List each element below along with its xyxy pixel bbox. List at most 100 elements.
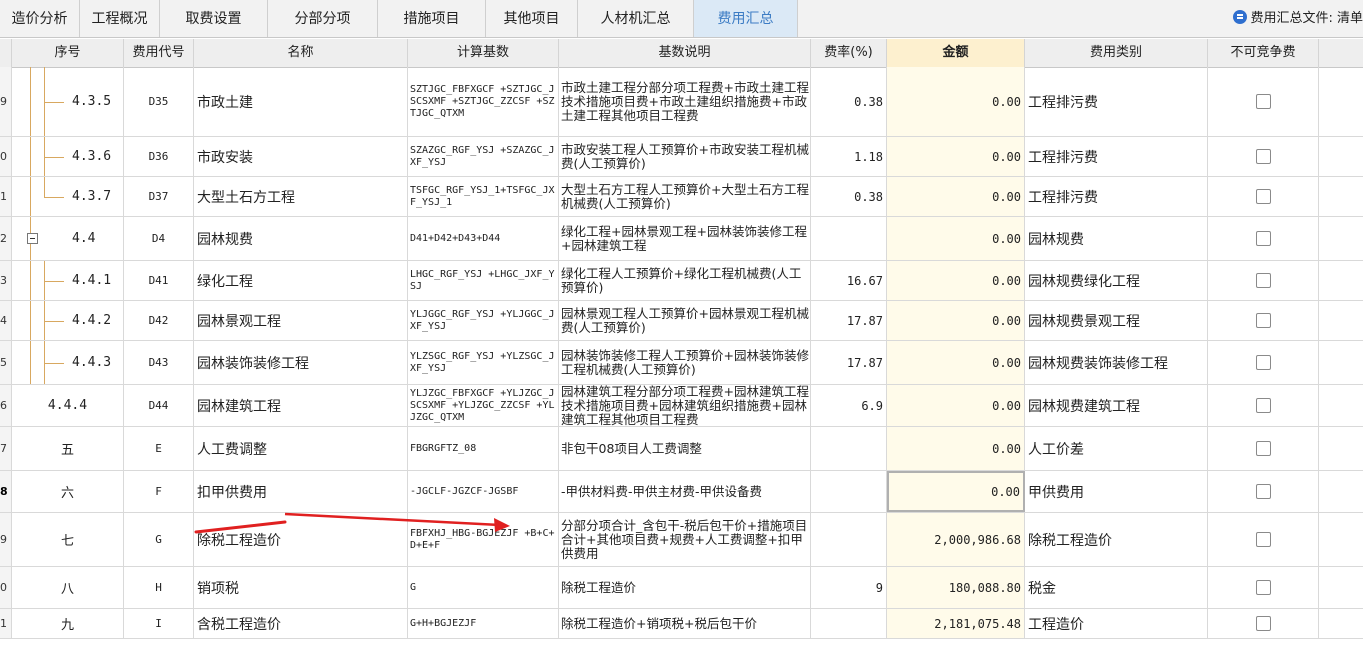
header-amount[interactable]: 金额 [887, 39, 1025, 67]
cell-seq[interactable]: 4.3.5 [12, 67, 124, 136]
collapse-minus-icon[interactable] [27, 233, 38, 244]
cell-rn[interactable]: 6 [0, 385, 12, 426]
cell-calc[interactable]: SZAZGC_RGF_YSJ +SZAZGC_JXF_YSJ [408, 137, 559, 176]
cell-desc[interactable]: 市政安装工程人工预算价+市政安装工程机械费(人工预算价) [559, 137, 811, 176]
tab-4[interactable]: 措施项目 [378, 0, 486, 37]
cell-rate[interactable]: 6.9 [811, 385, 887, 426]
table-row[interactable]: 1 4.3.7 D37 大型土石方工程 TSFGC_RGF_YSJ_1+TSFGC_JX… [0, 177, 1363, 217]
cell-code[interactable]: D4 [124, 217, 194, 260]
noncomp-checkbox[interactable] [1255, 313, 1271, 328]
cell-type[interactable]: 工程造价 [1025, 609, 1208, 638]
cell-type[interactable]: 园林规费景观工程 [1025, 301, 1208, 340]
cell-code[interactable]: D35 [124, 67, 194, 136]
cell-code[interactable]: H [124, 567, 194, 608]
cell-rn[interactable]: 0 [0, 137, 12, 176]
table-row[interactable]: 5 4.4.3 D43 园林装饰装修工程 YLZSGC_RGF_YSJ +YLZSGC_… [0, 341, 1363, 385]
header-rate[interactable]: 费率(%) [811, 39, 887, 67]
table-row[interactable]: 2 4.4 D4 园林规费 D41+D42+D43+D44 绿化工程+园林景观工程+园林装… [0, 217, 1363, 261]
cell-type[interactable]: 工程排污费 [1025, 177, 1208, 216]
cell-desc[interactable]: 绿化工程+园林景观工程+园林装饰装修工程+园林建筑工程 [559, 217, 811, 260]
cell-code[interactable]: E [124, 427, 194, 470]
cell-desc[interactable]: 除税工程造价 [559, 567, 811, 608]
cell-type[interactable]: 税金 [1025, 567, 1208, 608]
cell-code[interactable]: D43 [124, 341, 194, 384]
cell-rn[interactable]: 9 [0, 67, 12, 136]
noncomp-checkbox[interactable] [1255, 484, 1271, 499]
cell-code[interactable]: G [124, 513, 194, 566]
cell-rn[interactable]: 0 [0, 567, 12, 608]
cell-seq[interactable]: 4.4.4 [12, 385, 124, 426]
cell-name[interactable]: 除税工程造价 [194, 513, 408, 566]
cell-amount[interactable]: 0.00 [887, 67, 1025, 136]
cell-name[interactable]: 绿化工程 [194, 261, 408, 300]
cell-rate[interactable]: 0.38 [811, 177, 887, 216]
cell-name[interactable]: 含税工程造价 [194, 609, 408, 638]
cell-type[interactable]: 园林规费绿化工程 [1025, 261, 1208, 300]
header-noncomp[interactable]: 不可竞争费 [1208, 39, 1319, 67]
cell-amount[interactable]: 0.00 [887, 471, 1025, 512]
cell-desc[interactable]: 除税工程造价+销项税+税后包干价 [559, 609, 811, 638]
cell-rn[interactable]: 1 [0, 177, 12, 216]
cell-desc[interactable]: 园林景观工程人工预算价+园林景观工程机械费(人工预算价) [559, 301, 811, 340]
noncomp-checkbox[interactable] [1255, 355, 1271, 370]
cell-rn[interactable]: 3 [0, 261, 12, 300]
cell-desc[interactable]: 市政土建工程分部分项工程费+市政土建工程技术措施项目费+市政土建组织措施费+市政… [559, 67, 811, 136]
cell-desc[interactable]: -甲供材料费-甲供主材费-甲供设备费 [559, 471, 811, 512]
cell-code[interactable]: I [124, 609, 194, 638]
header-code[interactable]: 费用代号 [124, 39, 194, 67]
tab-2[interactable]: 取费设置 [160, 0, 268, 37]
noncomp-checkbox[interactable] [1255, 94, 1271, 109]
cell-calc[interactable]: FBGRGFTZ_08 [408, 427, 559, 470]
cell-rate[interactable]: 16.67 [811, 261, 887, 300]
cell-type[interactable]: 园林规费装饰装修工程 [1025, 341, 1208, 384]
cell-code[interactable]: D41 [124, 261, 194, 300]
cell-seq[interactable]: 六 [12, 471, 124, 512]
cell-calc[interactable]: G+H+BGJEZJF [408, 609, 559, 638]
cell-type[interactable]: 除税工程造价 [1025, 513, 1208, 566]
table-row[interactable]: 7 五 E 人工费调整 FBGRGFTZ_08 非包干08项目人工费调整 0.00 人工价差 [0, 427, 1363, 471]
cell-code[interactable]: D44 [124, 385, 194, 426]
cell-calc[interactable]: D41+D42+D43+D44 [408, 217, 559, 260]
cell-rate[interactable] [811, 471, 887, 512]
cell-name[interactable]: 园林规费 [194, 217, 408, 260]
cell-seq[interactable]: 五 [12, 427, 124, 470]
noncomp-checkbox[interactable] [1255, 398, 1271, 413]
cell-rate[interactable] [811, 217, 887, 260]
cell-rate[interactable] [811, 609, 887, 638]
cell-name[interactable]: 人工费调整 [194, 427, 408, 470]
cell-calc[interactable]: G [408, 567, 559, 608]
cell-amount[interactable]: 0.00 [887, 301, 1025, 340]
cell-calc[interactable]: YLJZGC_FBFXGCF +YLJZGC_JSCSXMF +YLJZGC_Z… [408, 385, 559, 426]
cell-amount[interactable]: 0.00 [887, 217, 1025, 260]
cell-name[interactable]: 市政土建 [194, 67, 408, 136]
cell-amount[interactable]: 0.00 [887, 341, 1025, 384]
cell-desc[interactable]: 大型土石方工程人工预算价+大型土石方工程机械费(人工预算价) [559, 177, 811, 216]
cell-code[interactable]: D36 [124, 137, 194, 176]
table-row[interactable]: 1 九 I 含税工程造价 G+H+BGJEZJF 除税工程造价+销项税+税后包干价 2,18… [0, 609, 1363, 639]
cell-calc[interactable]: SZTJGC_FBFXGCF +SZTJGC_JSCSXMF +SZTJGC_Z… [408, 67, 559, 136]
table-row[interactable]: 9 4.3.5 D35 市政土建 SZTJGC_FBFXGCF +SZTJGC_JSCS… [0, 67, 1363, 137]
cell-rate[interactable]: 1.18 [811, 137, 887, 176]
tab-3[interactable]: 分部分项 [268, 0, 378, 37]
cell-desc[interactable]: 非包干08项目人工费调整 [559, 427, 811, 470]
cell-type[interactable]: 甲供费用 [1025, 471, 1208, 512]
cell-seq[interactable]: 八 [12, 567, 124, 608]
cell-seq[interactable]: 七 [12, 513, 124, 566]
cell-rn[interactable]: 5 [0, 341, 12, 384]
cell-amount[interactable]: 180,088.80 [887, 567, 1025, 608]
table-row[interactable]: 4 4.4.2 D42 园林景观工程 YLJGGC_RGF_YSJ +YLJGGC_JX… [0, 301, 1363, 341]
noncomp-checkbox[interactable] [1255, 532, 1271, 547]
cell-seq[interactable]: 4.4.1 [12, 261, 124, 300]
cell-rn[interactable]: 7 [0, 427, 12, 470]
cell-rn[interactable]: 1 [0, 609, 12, 638]
cell-name[interactable]: 市政安装 [194, 137, 408, 176]
cell-rn[interactable]: 4 [0, 301, 12, 340]
table-row[interactable]: 9 七 G 除税工程造价 FBFXHJ_HBG-BGJEZJF +B+C+D+E+F 分部… [0, 513, 1363, 567]
cell-name[interactable]: 销项税 [194, 567, 408, 608]
cell-desc[interactable]: 园林装饰装修工程人工预算价+园林装饰装修工程机械费(人工预算价) [559, 341, 811, 384]
cell-rate[interactable]: 17.87 [811, 301, 887, 340]
tab-6[interactable]: 人材机汇总 [578, 0, 694, 37]
cell-code[interactable]: D42 [124, 301, 194, 340]
tab-7[interactable]: 费用汇总 [694, 0, 798, 37]
noncomp-checkbox[interactable] [1255, 231, 1271, 246]
